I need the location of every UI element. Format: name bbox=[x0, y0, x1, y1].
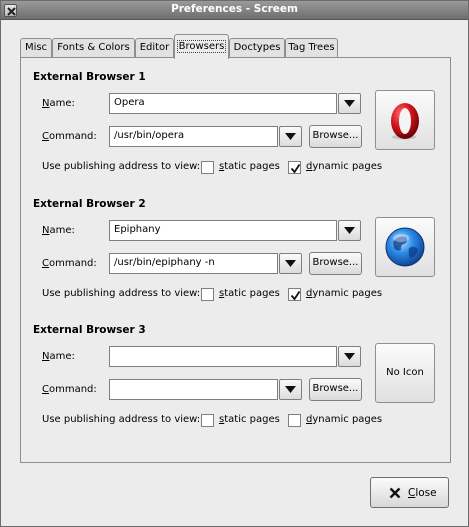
browser-3-dynamic-checkbox[interactable] bbox=[288, 414, 301, 427]
static-pages-label: static pages bbox=[219, 161, 280, 172]
close-button[interactable]: Close bbox=[370, 477, 449, 508]
browser-1-name-dropdown[interactable] bbox=[338, 93, 361, 114]
name-label-rest: ame: bbox=[49, 225, 75, 236]
section-title-browser-3: External Browser 3 bbox=[33, 324, 146, 336]
command-label-rest: ommand: bbox=[48, 384, 97, 395]
publishing-label: Use publishing address to view: bbox=[42, 288, 201, 299]
window-title: Preferences - Screem bbox=[171, 3, 298, 15]
tab-editor[interactable]: Editor bbox=[135, 38, 174, 58]
chevron-down-icon bbox=[285, 386, 296, 393]
browser-2-name-input[interactable]: Epiphany bbox=[109, 220, 337, 241]
command-mnemonic: C bbox=[42, 258, 49, 269]
chevron-down-icon bbox=[344, 353, 355, 360]
browser-1-browse-button[interactable]: Browse... bbox=[309, 125, 362, 148]
static-pages-label: static pages bbox=[219, 414, 280, 425]
browser-3-icon-button[interactable]: No Icon bbox=[375, 343, 435, 403]
chevron-down-icon bbox=[344, 227, 355, 234]
section-title-browser-1: External Browser 1 bbox=[33, 71, 146, 83]
dynamic-label-rest: ynamic pages bbox=[312, 414, 383, 425]
browser-1-static-checkbox[interactable] bbox=[201, 161, 214, 174]
browser-2-browse-button[interactable]: Browse... bbox=[309, 252, 362, 275]
browser-3-name-dropdown[interactable] bbox=[338, 346, 361, 367]
name-label: Name: bbox=[42, 225, 75, 236]
browser-3-name-input[interactable] bbox=[109, 346, 337, 367]
command-mnemonic: C bbox=[42, 384, 49, 395]
browser-1-dynamic-checkbox[interactable] bbox=[288, 161, 301, 174]
command-label: Command: bbox=[42, 258, 97, 269]
command-label-rest: ommand: bbox=[48, 258, 97, 269]
dynamic-pages-label: dynamic pages bbox=[306, 414, 382, 425]
no-icon-label: No Icon bbox=[386, 367, 424, 378]
title-bar[interactable]: Preferences - Screem bbox=[1, 1, 468, 20]
browser-1-command-input[interactable]: /usr/bin/opera bbox=[109, 126, 278, 147]
name-label: Name: bbox=[42, 351, 75, 362]
browser-2-command-dropdown[interactable] bbox=[279, 253, 302, 274]
tab-tag-trees[interactable]: Tag Trees bbox=[285, 38, 338, 58]
command-mnemonic: C bbox=[42, 131, 49, 142]
tab-doctypes[interactable]: Doctypes bbox=[229, 38, 285, 58]
preferences-window: Preferences - Screem Misc Fonts & Colors… bbox=[0, 0, 469, 527]
dynamic-label-rest: ynamic pages bbox=[312, 288, 383, 299]
epiphany-globe-icon bbox=[385, 227, 425, 267]
browser-1-name-input[interactable]: Opera bbox=[109, 93, 337, 114]
tab-browsers-label: Browsers bbox=[176, 40, 227, 53]
browser-3-command-input[interactable] bbox=[109, 379, 278, 400]
chevron-down-icon bbox=[285, 133, 296, 140]
tab-misc[interactable]: Misc bbox=[20, 38, 52, 58]
name-label-rest: ame: bbox=[49, 98, 75, 109]
browser-3-browse-button[interactable]: Browse... bbox=[309, 378, 362, 401]
opera-icon bbox=[391, 103, 419, 140]
browser-1-command-dropdown[interactable] bbox=[279, 126, 302, 147]
checkmark-icon bbox=[290, 291, 301, 301]
dynamic-pages-label: dynamic pages bbox=[306, 288, 382, 299]
close-label-rest: lose bbox=[415, 487, 437, 499]
chevron-down-icon bbox=[285, 260, 296, 267]
browser-2-dynamic-checkbox[interactable] bbox=[288, 288, 301, 301]
close-icon bbox=[389, 487, 401, 499]
publishing-label: Use publishing address to view: bbox=[42, 414, 201, 425]
publishing-label: Use publishing address to view: bbox=[42, 161, 201, 172]
name-label: Name: bbox=[42, 98, 75, 109]
command-label-rest: ommand: bbox=[48, 131, 97, 142]
static-label-rest: tatic pages bbox=[224, 414, 280, 425]
browser-2-icon-button[interactable] bbox=[375, 217, 435, 277]
static-label-rest: tatic pages bbox=[224, 161, 280, 172]
browser-3-command-dropdown[interactable] bbox=[279, 379, 302, 400]
checkmark-icon bbox=[290, 164, 301, 174]
static-label-rest: tatic pages bbox=[224, 288, 280, 299]
browser-2-static-checkbox[interactable] bbox=[201, 288, 214, 301]
name-label-rest: ame: bbox=[49, 351, 75, 362]
browser-2-name-dropdown[interactable] bbox=[338, 220, 361, 241]
command-label: Command: bbox=[42, 131, 97, 142]
close-button-label: Close bbox=[408, 487, 437, 499]
chevron-down-icon bbox=[344, 100, 355, 107]
browser-2-command-input[interactable]: /usr/bin/epiphany -n bbox=[109, 253, 278, 274]
dynamic-pages-label: dynamic pages bbox=[306, 161, 382, 172]
dynamic-label-rest: ynamic pages bbox=[312, 161, 383, 172]
tab-fonts-colors[interactable]: Fonts & Colors bbox=[52, 38, 135, 58]
browsers-panel: External Browser 1 Name: Opera Command: … bbox=[20, 57, 451, 463]
tab-browsers[interactable]: Browsers bbox=[174, 34, 229, 59]
static-pages-label: static pages bbox=[219, 288, 280, 299]
command-label: Command: bbox=[42, 384, 97, 395]
section-title-browser-2: External Browser 2 bbox=[33, 198, 146, 210]
browser-1-icon-button[interactable] bbox=[375, 90, 435, 150]
browser-3-static-checkbox[interactable] bbox=[201, 414, 214, 427]
